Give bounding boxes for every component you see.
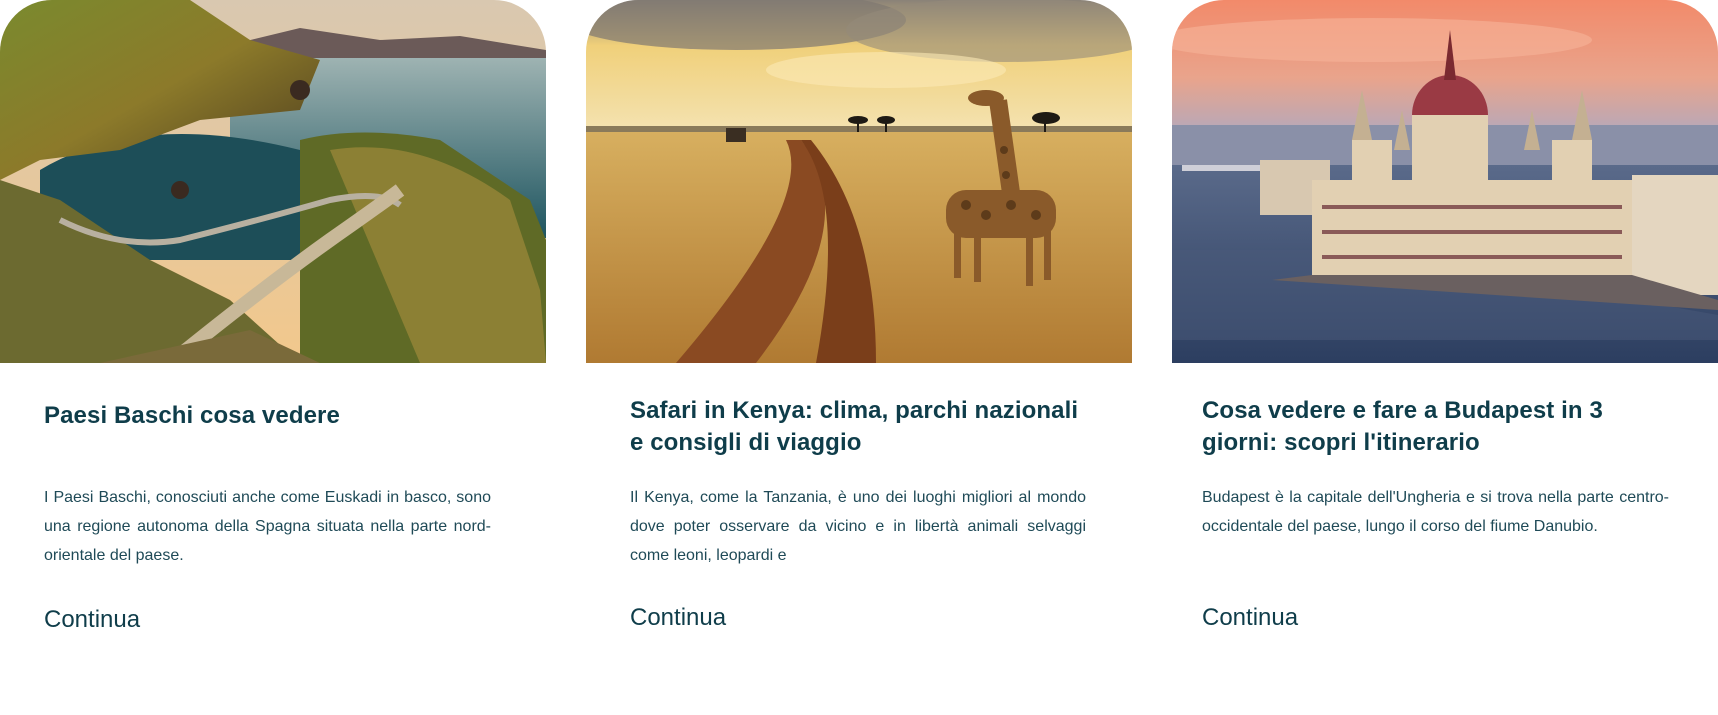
article-excerpt: I Paesi Baschi, conosciuti anche come Eu… — [44, 489, 491, 564]
kenya-safari-image — [586, 0, 1132, 363]
article-excerpt: Il Kenya, come la Tanzania, è uno dei lu… — [630, 489, 1086, 564]
article-card-paesi-baschi: Paesi Baschi cosa vedere I Paesi Baschi,… — [0, 0, 546, 715]
article-title[interactable]: Paesi Baschi cosa vedere — [44, 400, 504, 432]
continue-link[interactable]: Continua — [630, 603, 726, 633]
article-excerpt: Budapest è la capitale dell'Ungheria e s… — [1202, 489, 1669, 535]
article-title[interactable]: Safari in Kenya: clima, parchi nazionali… — [630, 395, 1090, 459]
continue-link[interactable]: Continua — [1202, 603, 1298, 633]
continue-link[interactable]: Continua — [44, 605, 140, 635]
article-card-safari-kenya: Safari in Kenya: clima, parchi nazionali… — [586, 0, 1132, 715]
article-title[interactable]: Cosa vedere e fare a Budapest in 3 giorn… — [1202, 395, 1662, 459]
article-image-link[interactable] — [1172, 0, 1718, 363]
budapest-parliament-image — [1172, 0, 1718, 363]
basque-coast-image — [0, 0, 546, 363]
article-image-link[interactable] — [0, 0, 546, 363]
article-card-budapest: Cosa vedere e fare a Budapest in 3 giorn… — [1172, 0, 1718, 715]
article-image-link[interactable] — [586, 0, 1132, 363]
article-card-grid: Paesi Baschi cosa vedere I Paesi Baschi,… — [0, 0, 1718, 715]
